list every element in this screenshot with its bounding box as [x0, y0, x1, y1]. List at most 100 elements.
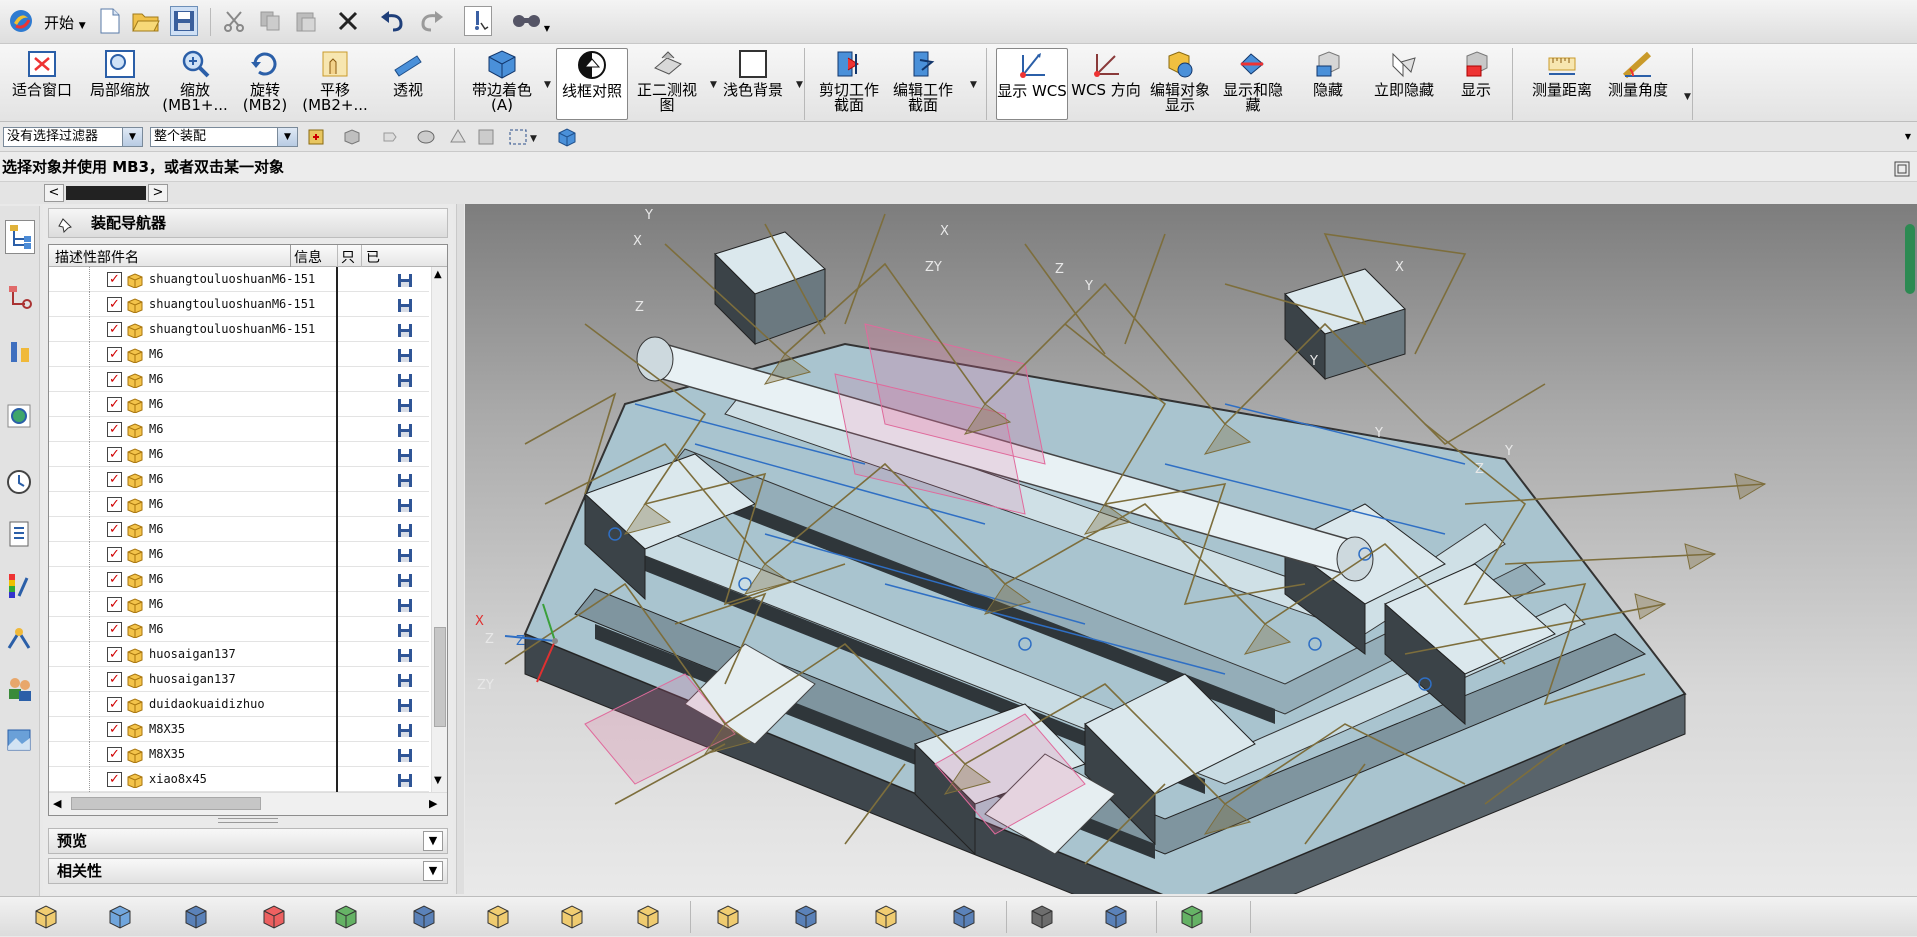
- visibility-checkbox[interactable]: ✓: [107, 422, 122, 437]
- navigator-tree[interactable]: 描述性部件名 信息 只 已 ✓ shuangtouluoshuanM6-151 ✓ s…: [48, 244, 448, 816]
- ribbon-button-edit-object-display[interactable]: 编辑对象 显示: [1140, 48, 1220, 120]
- viewport-scroll-indicator[interactable]: [1905, 224, 1915, 294]
- add-component-icon[interactable]: [30, 901, 64, 933]
- visibility-checkbox[interactable]: ✓: [107, 272, 122, 287]
- touch-mode-icon[interactable]: ▼: [510, 6, 550, 36]
- component-array-icon[interactable]: [330, 901, 364, 933]
- chevron-down-icon[interactable]: ▼: [796, 80, 803, 90]
- tree-row[interactable]: ✓ huosaigan137: [49, 667, 429, 692]
- tree-row[interactable]: ✓ M6: [49, 342, 429, 367]
- scroll-up-icon[interactable]: ▲: [434, 269, 442, 280]
- paste-icon[interactable]: [292, 6, 320, 36]
- tree-row[interactable]: ✓ shuangtouluoshuanM6-151: [49, 292, 429, 317]
- tree-row[interactable]: ✓ M6: [49, 592, 429, 617]
- feature-icon[interactable]: [448, 127, 468, 147]
- visibility-checkbox[interactable]: ✓: [107, 622, 122, 637]
- tree-row[interactable]: ✓ M8X35: [49, 717, 429, 742]
- move-component-icon[interactable]: [408, 901, 442, 933]
- history-tab-icon[interactable]: [5, 466, 35, 500]
- cut-icon[interactable]: [220, 6, 248, 36]
- ribbon-button-zoom[interactable]: 缩放 (MB1+...: [162, 48, 228, 120]
- chevron-down-icon[interactable]: ▼: [710, 80, 717, 90]
- chevron-down-icon[interactable]: ▼: [1905, 132, 1911, 141]
- mirror-assembly-icon[interactable]: [258, 901, 292, 933]
- wave-geometry-icon[interactable]: [870, 901, 904, 933]
- open-folder-icon[interactable]: [132, 6, 160, 36]
- scroll-down-icon[interactable]: ▼: [434, 775, 442, 786]
- tree-row[interactable]: ✓ M8X35: [49, 742, 429, 767]
- constraint-navigator-tab-icon[interactable]: [5, 280, 35, 314]
- tree-vertical-scrollbar[interactable]: ▲ ▼: [431, 267, 447, 792]
- pin-icon[interactable]: [57, 215, 75, 234]
- visibility-checkbox[interactable]: ✓: [107, 547, 122, 562]
- ribbon-button-measure-distance[interactable]: 测量距离: [1522, 48, 1602, 120]
- visibility-checkbox[interactable]: ✓: [107, 672, 122, 687]
- tree-row[interactable]: ✓ xiao8x45: [49, 767, 429, 792]
- visibility-checkbox[interactable]: ✓: [107, 472, 122, 487]
- ribbon-button-zoom-area[interactable]: 局部缩放: [84, 48, 156, 120]
- undo-icon[interactable]: [378, 6, 406, 36]
- ribbon-button-show[interactable]: 显示: [1444, 48, 1508, 120]
- ribbon-button-rotate[interactable]: 旋转 (MB2): [234, 48, 296, 120]
- visibility-checkbox[interactable]: ✓: [107, 297, 122, 312]
- ribbon-button-show-wcs[interactable]: 显示 WCS: [996, 48, 1068, 120]
- ribbon-button-dimetric-view[interactable]: 正二测视 图: [628, 48, 706, 120]
- tree-row[interactable]: ✓ M6: [49, 517, 429, 542]
- deselect-icon[interactable]: [380, 127, 400, 147]
- tree-row[interactable]: ✓ shuangtouluoshuanM6-151: [49, 267, 429, 292]
- show-degrees-icon[interactable]: [556, 901, 590, 933]
- tree-row[interactable]: ✓ M6: [49, 567, 429, 592]
- visibility-checkbox[interactable]: ✓: [107, 572, 122, 587]
- assembly-constraints-icon[interactable]: [482, 901, 516, 933]
- part-navigator-tab-icon[interactable]: [5, 336, 35, 370]
- tree-row[interactable]: ✓ M6: [49, 467, 429, 492]
- dependencies-section[interactable]: 相关性 ▼: [48, 858, 448, 884]
- assembly-sequence-icon[interactable]: [1026, 901, 1060, 933]
- constraint-icon[interactable]: [476, 127, 496, 147]
- new-parent-icon[interactable]: [180, 901, 214, 933]
- tree-row[interactable]: ✓ huosaigan137: [49, 642, 429, 667]
- interference-icon[interactable]: [948, 901, 982, 933]
- chevron-down-icon[interactable]: ▼: [970, 80, 977, 90]
- snap-icon[interactable]: [306, 127, 326, 147]
- scroll-left-icon[interactable]: <: [44, 184, 64, 202]
- ribbon-button-immediate-hide[interactable]: 立即隐藏: [1364, 48, 1444, 120]
- ribbon-button-pan[interactable]: 平移 (MB2+...: [302, 48, 368, 120]
- new-file-icon[interactable]: [96, 6, 124, 36]
- ribbon-button-hide[interactable]: 隐藏: [1296, 48, 1360, 120]
- tree-row[interactable]: ✓ shuangtouluoshuanM6-151: [49, 317, 429, 342]
- redo-icon[interactable]: [418, 6, 446, 36]
- ribbon-button-wcs-orient[interactable]: WCS 方向: [1070, 48, 1142, 120]
- tree-row[interactable]: ✓ M6: [49, 417, 429, 442]
- roles-tab-icon[interactable]: [5, 672, 35, 706]
- remember-constraints-icon[interactable]: [632, 901, 666, 933]
- visibility-checkbox[interactable]: ✓: [107, 322, 122, 337]
- column-header-readonly[interactable]: 只: [341, 247, 355, 267]
- cut-assembly-icon[interactable]: [1176, 901, 1210, 933]
- tree-row[interactable]: ✓ duidaokuaidizhuo: [49, 692, 429, 717]
- vertical-scroll-thumb[interactable]: [434, 627, 446, 727]
- panel-resize-handle[interactable]: [456, 204, 464, 894]
- visibility-checkbox[interactable]: ✓: [107, 397, 122, 412]
- object-icon[interactable]: [416, 127, 436, 147]
- visibility-checkbox[interactable]: ✓: [107, 697, 122, 712]
- tree-row[interactable]: ✓ M6: [49, 617, 429, 642]
- palette-tab-icon[interactable]: [5, 570, 35, 604]
- column-header-modified[interactable]: 已: [366, 247, 380, 267]
- visibility-checkbox[interactable]: ✓: [107, 522, 122, 537]
- tree-horizontal-scrollbar[interactable]: ◀ ▶: [49, 792, 447, 815]
- tree-row[interactable]: ✓ M6: [49, 392, 429, 417]
- column-header-name[interactable]: 描述性部件名: [55, 247, 139, 267]
- visibility-checkbox[interactable]: ✓: [107, 722, 122, 737]
- type-filter-dropdown[interactable]: 没有选择过滤器 ▼: [3, 127, 143, 147]
- visibility-checkbox[interactable]: ✓: [107, 647, 122, 662]
- new-component-icon[interactable]: [104, 901, 138, 933]
- horizontal-scroll-thumb[interactable]: [71, 797, 261, 810]
- visibility-checkbox[interactable]: ✓: [107, 597, 122, 612]
- chevron-down-icon[interactable]: ▼: [544, 80, 551, 90]
- tree-row[interactable]: ✓ M6: [49, 442, 429, 467]
- visibility-checkbox[interactable]: ✓: [107, 772, 122, 787]
- replace-component-icon[interactable]: [790, 901, 824, 933]
- save-icon[interactable]: [170, 6, 198, 36]
- scroll-right-icon[interactable]: >: [148, 184, 168, 202]
